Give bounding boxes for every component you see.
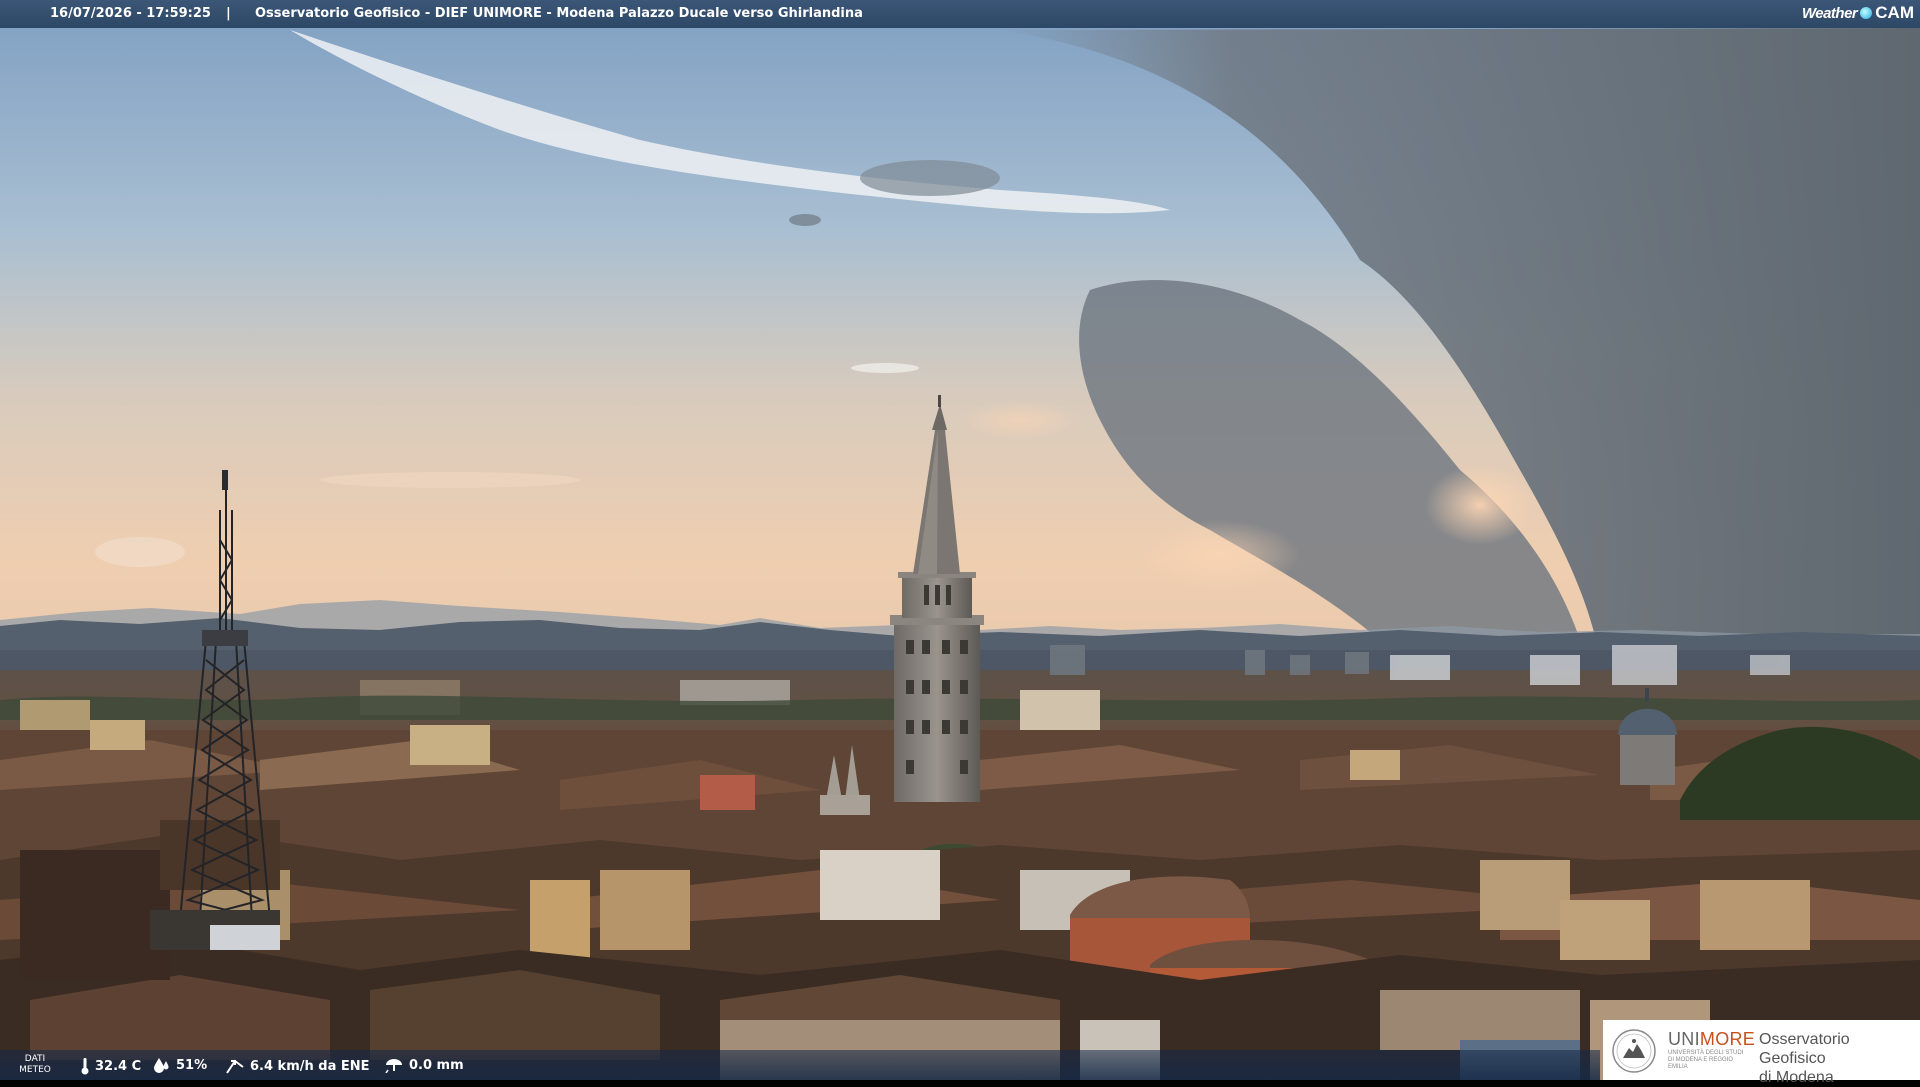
timestamp-label: 16/07/2026 - 17:59:25 <box>50 6 211 21</box>
unimore-emblem-icon <box>1612 1029 1656 1073</box>
observatory-name: Osservatorio Geofisico di Modena <box>1759 1030 1920 1087</box>
humidity-reading: 51% <box>153 1057 207 1073</box>
unimore-wordmark: UNIMORE <box>1668 1029 1756 1049</box>
humidity-drop-icon <box>154 1058 169 1073</box>
temperature-value: 32.4 C <box>95 1058 142 1074</box>
weather-data-bar: DATI METEO 32.4 C 51% 6.4 km/h da ENE 0.… <box>0 1050 1600 1080</box>
overlay-header-bar: 16/07/2026 - 17:59:25 | Osservatorio Geo… <box>0 0 1920 28</box>
university-subtitle: UNIVERSITÀ DEGLI STUDI DI MODENA E REGGI… <box>1668 1050 1744 1070</box>
lens-dot-icon <box>1860 7 1873 19</box>
rain-icon <box>385 1059 402 1073</box>
humidity-value: 51% <box>176 1057 208 1073</box>
thermometer-icon <box>81 1058 89 1075</box>
unimore-logo-panel: UNIMORE UNIVERSITÀ DEGLI STUDI DI MODENA… <box>1603 1020 1920 1086</box>
observatory-line-2: di Modena <box>1759 1069 1834 1086</box>
rain-reading: 0.0 mm <box>384 1057 464 1073</box>
rain-value: 0.0 mm <box>409 1057 464 1073</box>
dati-meteo-label: DATI METEO <box>19 1054 51 1075</box>
brand-weather-text: Weather <box>1801 4 1858 22</box>
wind-icon <box>226 1059 244 1074</box>
observatory-line-1: Osservatorio Geofisico <box>1759 1031 1850 1067</box>
webcam-scene <box>0 0 1920 1080</box>
temperature-reading: 32.4 C <box>80 1057 141 1075</box>
wind-value: 6.4 km/h da ENE <box>250 1058 370 1074</box>
header-separator: | <box>226 6 231 21</box>
wind-reading: 6.4 km/h da ENE <box>225 1057 370 1075</box>
brand-cam-text: CAM <box>1875 3 1914 22</box>
camera-title: Osservatorio Geofisico - DIEF UNIMORE - … <box>255 6 863 21</box>
weathercam-logo: Weather CAM <box>1802 3 1914 23</box>
